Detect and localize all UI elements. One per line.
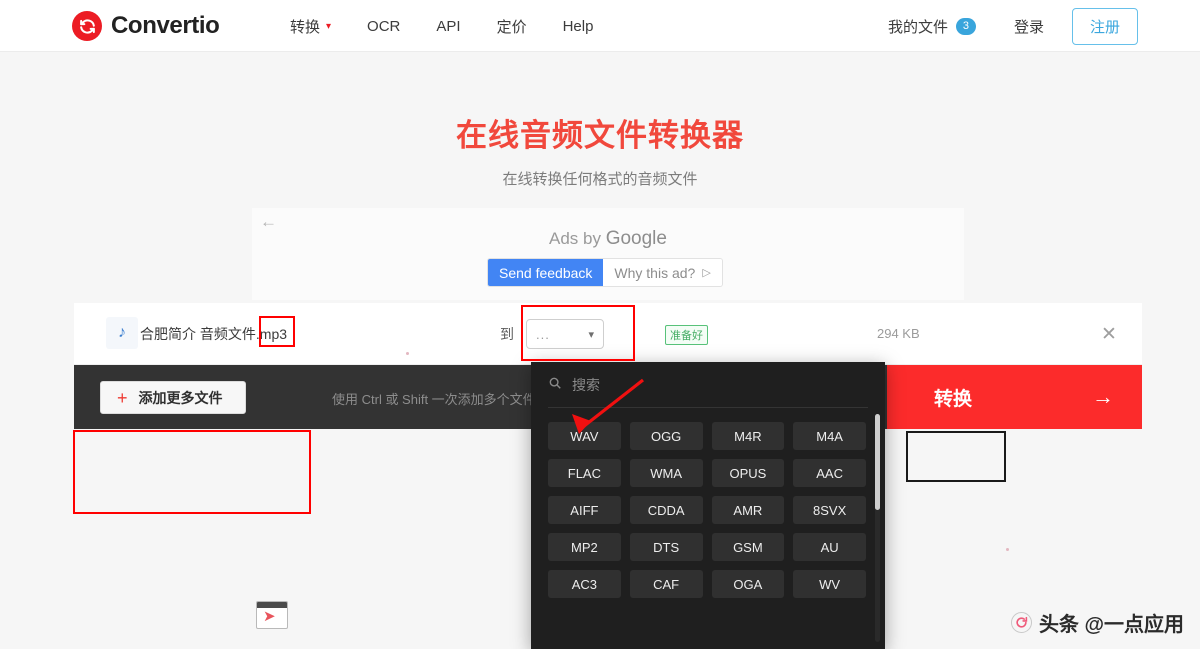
scrollbar-thumb[interactable] xyxy=(875,414,880,510)
my-files-count-badge: 3 xyxy=(955,17,976,35)
ads-by-brand: Google xyxy=(605,228,667,249)
close-icon[interactable]: ✕ xyxy=(1098,323,1120,345)
target-format-value: ... xyxy=(536,326,550,342)
format-option-wav[interactable]: WAV xyxy=(548,422,621,450)
header-right-group: 我的文件 3 登录 注册 xyxy=(888,0,1138,52)
ad-container: ← Ads by Google Send feedback Why this a… xyxy=(252,208,964,300)
to-label: 到 xyxy=(500,325,514,342)
status-badge: 准备好 xyxy=(665,325,708,345)
brand-name: Convertio xyxy=(111,12,220,39)
nav-item-ocr-label: OCR xyxy=(367,17,401,35)
file-size-label: 294 KB xyxy=(877,326,920,341)
format-option-wv[interactable]: WV xyxy=(793,570,866,598)
format-option-ac3[interactable]: AC3 xyxy=(548,570,621,598)
ad-buttons-group: Send feedback Why this ad? ▷ xyxy=(488,259,722,286)
annotation-box-convert-button xyxy=(906,431,1006,482)
add-more-files-label: 添加更多文件 xyxy=(138,389,223,406)
why-this-ad-button[interactable]: Why this ad? ▷ xyxy=(603,259,722,286)
format-search-row xyxy=(548,362,868,408)
target-format-select[interactable]: ... ▾ xyxy=(526,319,604,349)
format-option-au[interactable]: AU xyxy=(793,533,866,561)
format-option-cdda[interactable]: CDDA xyxy=(629,496,703,524)
nav-item-convert[interactable]: 转换 ▾ xyxy=(272,0,349,52)
format-option-ogg[interactable]: OGG xyxy=(629,422,703,450)
plus-icon: + xyxy=(117,387,128,408)
nav-item-ocr[interactable]: OCR xyxy=(349,0,418,52)
search-icon xyxy=(548,376,562,393)
login-link[interactable]: 登录 xyxy=(1014,16,1044,37)
format-option-flac[interactable]: FLAC xyxy=(548,459,621,487)
ads-by-prefix: Ads by xyxy=(549,229,606,248)
toutiao-refresh-icon xyxy=(1010,612,1032,633)
site-header: Convertio 转换 ▾ OCR API 定价 Help 我的文件 3 登录… xyxy=(0,0,1200,52)
pixel-artifact-dot-1 xyxy=(406,352,409,355)
nav-item-convert-label: 转换 xyxy=(290,18,321,36)
page-title: 在线音频文件转换器 xyxy=(456,118,744,153)
watermark-text: 头条 @一点应用 xyxy=(1038,614,1184,636)
nav-item-pricing[interactable]: 定价 xyxy=(479,0,545,52)
nav-item-help-label: Help xyxy=(562,17,594,35)
add-more-files-button[interactable]: + 添加更多文件 xyxy=(100,381,246,414)
my-files-link[interactable]: 我的文件 3 xyxy=(888,16,976,37)
pixel-artifact-dot-2 xyxy=(1006,548,1009,551)
page-subtitle: 在线转换任何格式的音频文件 xyxy=(502,171,698,188)
format-option-mp2[interactable]: MP2 xyxy=(548,533,621,561)
format-option-amr[interactable]: AMR xyxy=(711,496,785,524)
chevron-down-icon: ▾ xyxy=(588,328,594,341)
format-option-oga[interactable]: OGA xyxy=(711,570,785,598)
file-name-label: 合肥简介 音频文件.mp3 xyxy=(140,325,288,342)
format-option-8svx[interactable]: 8SVX xyxy=(793,496,866,524)
add-files-hint: 使用 Ctrl 或 Shift 一次添加多个文件 xyxy=(332,392,536,407)
annotation-box-add-more-files xyxy=(73,430,311,514)
convertio-refresh-logo-icon xyxy=(72,11,102,41)
brand-logo[interactable]: Convertio xyxy=(72,11,220,41)
browser-window-cursor-icon: ➤ xyxy=(256,601,288,629)
triangle-right-icon: ▷ xyxy=(702,267,711,279)
format-option-aac[interactable]: AAC xyxy=(793,459,866,487)
arrow-right-icon: → xyxy=(1092,384,1114,409)
convert-button[interactable]: 转换 → xyxy=(887,365,1142,429)
format-option-aiff[interactable]: AIFF xyxy=(548,496,621,524)
format-dropdown-panel: WAV OGG M4R M4A FLAC WMA OPUS AAC AIFF C… xyxy=(531,362,885,649)
ads-by-google-label: Ads by Google xyxy=(252,228,964,250)
format-option-dts[interactable]: DTS xyxy=(629,533,703,561)
format-search-input[interactable] xyxy=(572,376,822,393)
format-option-wma[interactable]: WMA xyxy=(629,459,703,487)
nav-item-pricing-label: 定价 xyxy=(496,18,527,36)
page-root: Convertio 转换 ▾ OCR API 定价 Help 我的文件 3 登录… xyxy=(0,0,1200,649)
nav-item-api-label: API xyxy=(436,17,461,35)
format-grid: WAV OGG M4R M4A FLAC WMA OPUS AAC AIFF C… xyxy=(531,408,885,598)
dropdown-scrollbar[interactable] xyxy=(875,414,880,642)
format-option-gsm[interactable]: GSM xyxy=(711,533,785,561)
format-option-m4a[interactable]: M4A xyxy=(793,422,866,450)
nav-item-help[interactable]: Help xyxy=(545,0,612,52)
page-left-strip xyxy=(0,429,74,649)
why-this-ad-label: Why this ad? xyxy=(614,264,696,281)
format-option-caf[interactable]: CAF xyxy=(629,570,703,598)
format-option-m4r[interactable]: M4R xyxy=(711,422,785,450)
chevron-down-icon: ▾ xyxy=(326,20,332,32)
my-files-label: 我的文件 xyxy=(887,18,948,36)
format-option-opus[interactable]: OPUS xyxy=(711,459,785,487)
send-feedback-button[interactable]: Send feedback xyxy=(488,259,604,286)
mouse-pointer-icon: ➤ xyxy=(263,608,276,625)
signup-button[interactable]: 注册 xyxy=(1071,7,1138,45)
music-note-icon: ♪ xyxy=(106,317,138,349)
hero-section: 在线音频文件转换器 在线转换任何格式的音频文件 xyxy=(0,110,1200,189)
file-row: ♪ 合肥简介 音频文件.mp3 到 ... ▾ 准备好 294 KB ✕ xyxy=(74,303,1142,365)
nav-item-api[interactable]: API xyxy=(418,0,478,52)
main-nav: 转换 ▾ OCR API 定价 Help xyxy=(272,0,611,52)
watermark: 头条 @一点应用 xyxy=(1010,608,1184,637)
convert-button-label: 转换 xyxy=(934,388,973,410)
